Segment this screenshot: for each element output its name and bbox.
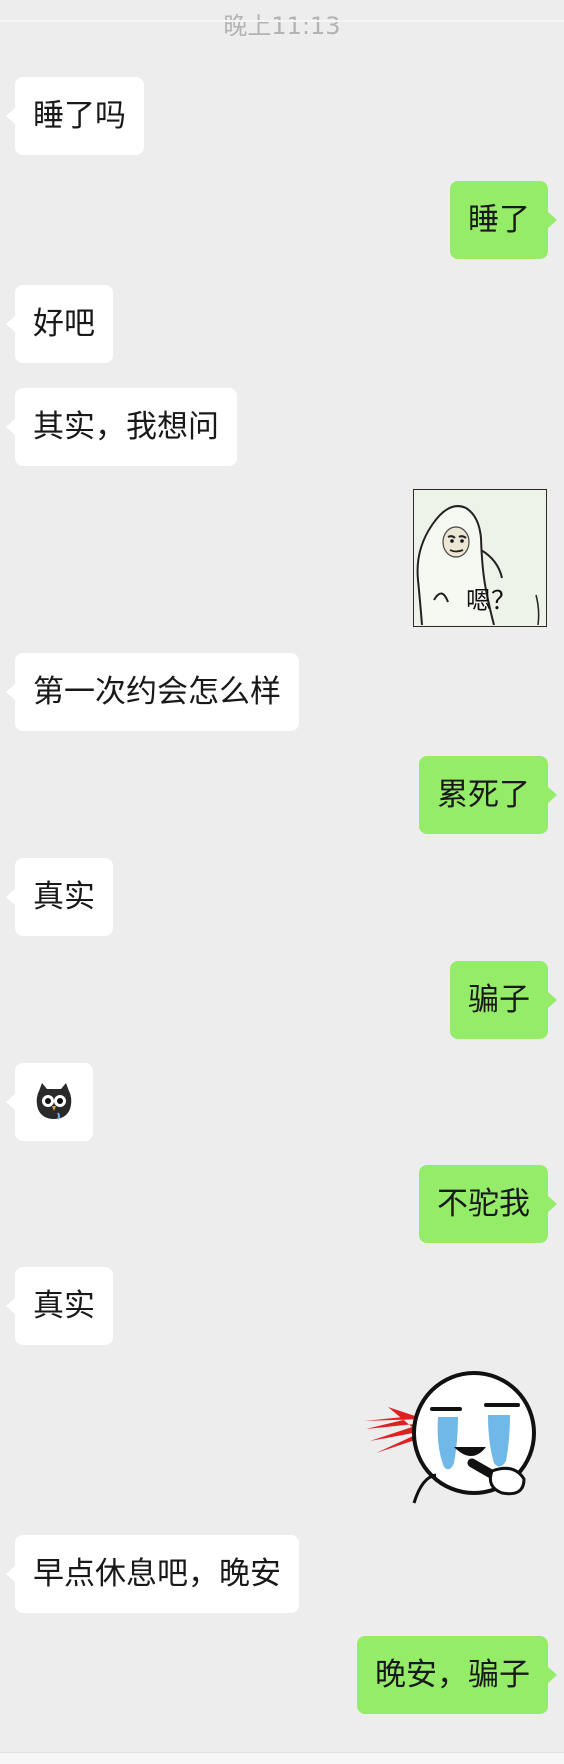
message-row: 真实 <box>6 858 113 936</box>
message-row: 不驼我 <box>419 1165 557 1243</box>
owl-emoji-icon <box>36 1083 72 1120</box>
incoming-message-bubble[interactable]: 真实 <box>6 1267 113 1345</box>
incoming-message-bubble[interactable]: 早点休息吧，晚安 <box>6 1535 299 1613</box>
incoming-message-bubble[interactable]: 睡了吗 <box>6 77 144 155</box>
incoming-message-bubble[interactable]: 其实，我想问 <box>6 388 237 466</box>
incoming-emoji-bubble[interactable] <box>6 1063 93 1141</box>
incoming-message-bubble[interactable]: 真实 <box>6 858 113 936</box>
message-row: 第一次约会怎么样 <box>6 653 299 731</box>
message-row: 真实 <box>6 1267 113 1345</box>
message-row: 晚安，骗子 <box>357 1636 557 1714</box>
message-row: 其实，我想问 <box>6 388 237 466</box>
message-row <box>6 1063 93 1141</box>
message-row: 睡了吗 <box>6 77 144 155</box>
outgoing-message-bubble[interactable]: 骗子 <box>450 961 557 1039</box>
crying-shot-sticker[interactable] <box>362 1367 548 1505</box>
incoming-message-bubble[interactable]: 第一次约会怎么样 <box>6 653 299 731</box>
message-row: 早点休息吧，晚安 <box>6 1535 299 1613</box>
sticker-caption: 嗯？ <box>466 586 517 615</box>
outgoing-message-bubble[interactable]: 不驼我 <box>419 1165 557 1243</box>
input-bar-edge <box>0 1752 564 1764</box>
outgoing-message-bubble[interactable]: 累死了 <box>419 756 557 834</box>
outgoing-message-bubble[interactable]: 睡了 <box>450 181 557 259</box>
message-row: 骗子 <box>450 961 557 1039</box>
timestamp-divider <box>0 20 564 22</box>
ghost-sticker[interactable]: 嗯？ <box>413 489 547 627</box>
incoming-message-bubble[interactable]: 好吧 <box>6 285 113 363</box>
message-row: 累死了 <box>419 756 557 834</box>
message-row: 好吧 <box>6 285 113 363</box>
outgoing-message-bubble[interactable]: 晚安，骗子 <box>357 1636 557 1714</box>
crying-shot-sticker-icon <box>364 1371 536 1504</box>
message-row: 睡了 <box>450 181 557 259</box>
